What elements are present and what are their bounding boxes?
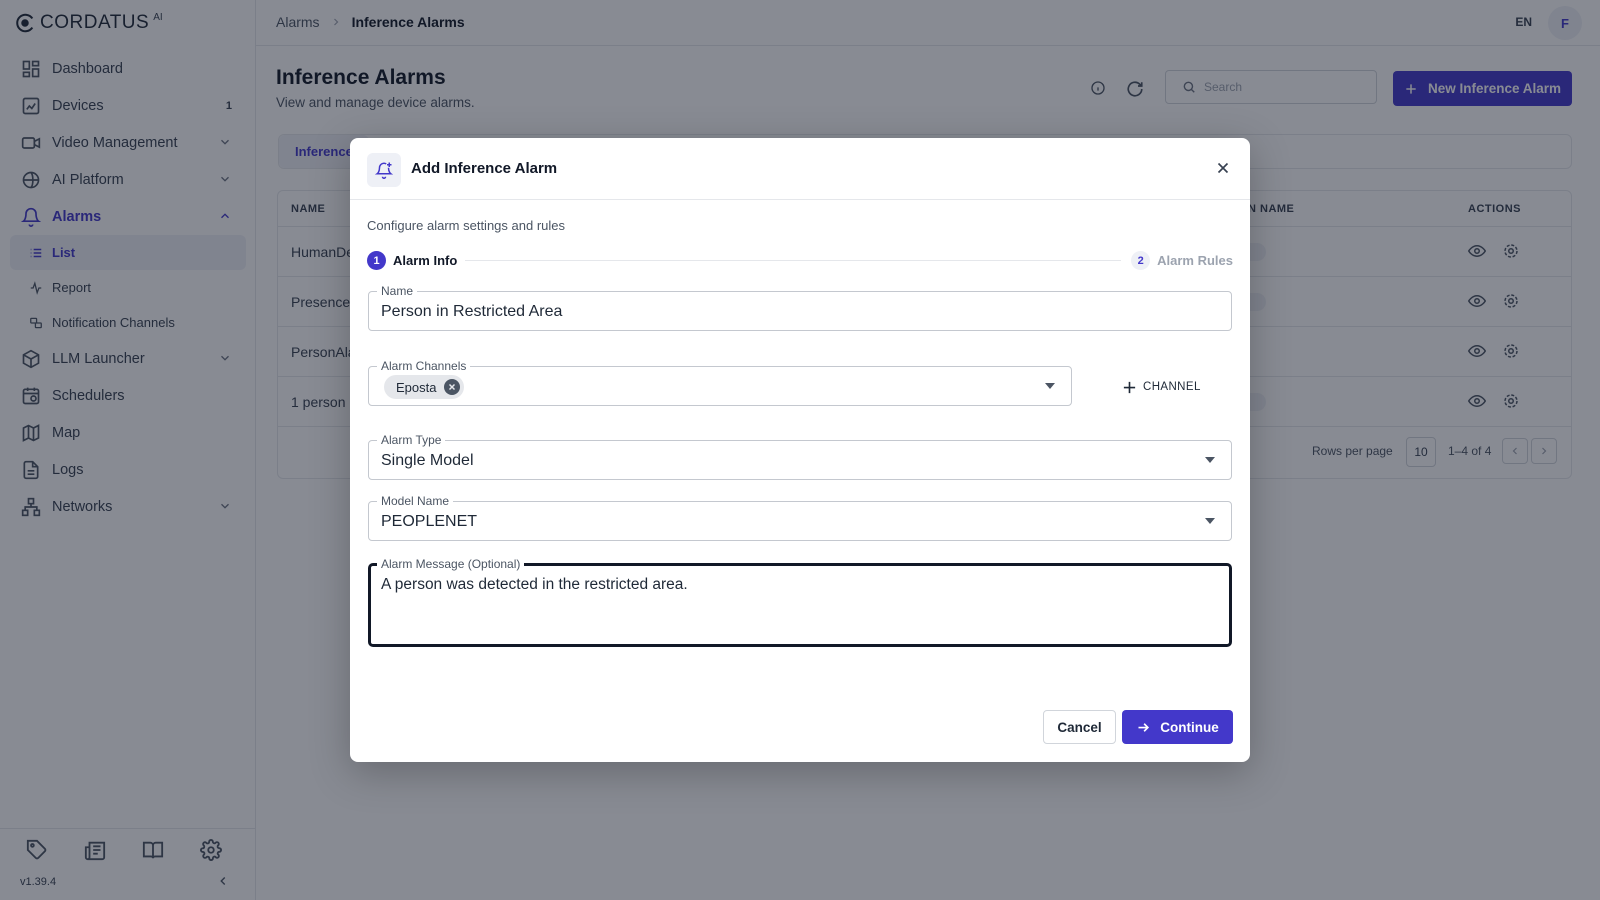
field-label: Model Name (377, 494, 454, 508)
alarm-message-textarea[interactable]: Alarm Message (Optional) A person was de… (368, 557, 1232, 647)
channel-chip-eposta: Eposta (384, 375, 465, 399)
caret-down-icon (1205, 518, 1215, 524)
alarm-type-value: Single Model (381, 452, 474, 469)
alarm-channels-select[interactable]: Alarm Channels Eposta (368, 359, 1072, 406)
continue-button[interactable]: Continue (1122, 710, 1233, 744)
add-inference-alarm-dialog: Add Inference Alarm Configure alarm sett… (350, 138, 1250, 762)
button-label: Continue (1160, 719, 1219, 735)
name-field[interactable]: Name Person in Restricted Area (368, 284, 1232, 331)
dialog-title: Add Inference Alarm (411, 160, 558, 177)
button-label: CHANNEL (1143, 381, 1201, 393)
step-label: Alarm Rules (1157, 253, 1233, 268)
model-name-select[interactable]: Model Name PEOPLENET (368, 494, 1232, 541)
caret-down-icon (1045, 383, 1055, 389)
model-name-value: PEOPLENET (381, 513, 478, 530)
caret-down-icon (1205, 457, 1215, 463)
bell-plus-icon (367, 153, 401, 187)
step-label: Alarm Info (393, 253, 458, 268)
chip-label: Eposta (396, 379, 437, 395)
step-number: 2 (1131, 251, 1151, 270)
alarm-type-select[interactable]: Alarm Type Single Model (368, 433, 1232, 480)
stepper: 1 Alarm Info 2 Alarm Rules (367, 251, 1233, 271)
step-alarm-rules[interactable]: 2 Alarm Rules (1131, 251, 1233, 270)
chip-remove-icon[interactable] (444, 379, 461, 395)
close-icon[interactable] (1214, 159, 1232, 177)
alarm-message-value[interactable]: A person was detected in the restricted … (381, 576, 688, 594)
dialog-header: Add Inference Alarm (350, 138, 1250, 200)
arrow-right-icon (1136, 720, 1151, 735)
field-label: Alarm Type (377, 433, 446, 447)
step-number: 1 (367, 251, 386, 270)
field-label: Name (377, 284, 418, 298)
step-connector (465, 260, 1121, 261)
step-alarm-info[interactable]: 1 Alarm Info (367, 251, 457, 270)
dialog-description: Configure alarm settings and rules (367, 218, 565, 233)
plus-icon (1122, 380, 1137, 395)
name-input[interactable]: Person in Restricted Area (381, 303, 562, 321)
field-label: Alarm Message (Optional) (377, 557, 525, 571)
add-channel-button[interactable]: CHANNEL (1122, 375, 1201, 399)
field-label: Alarm Channels (377, 359, 471, 373)
cancel-button[interactable]: Cancel (1043, 710, 1116, 744)
